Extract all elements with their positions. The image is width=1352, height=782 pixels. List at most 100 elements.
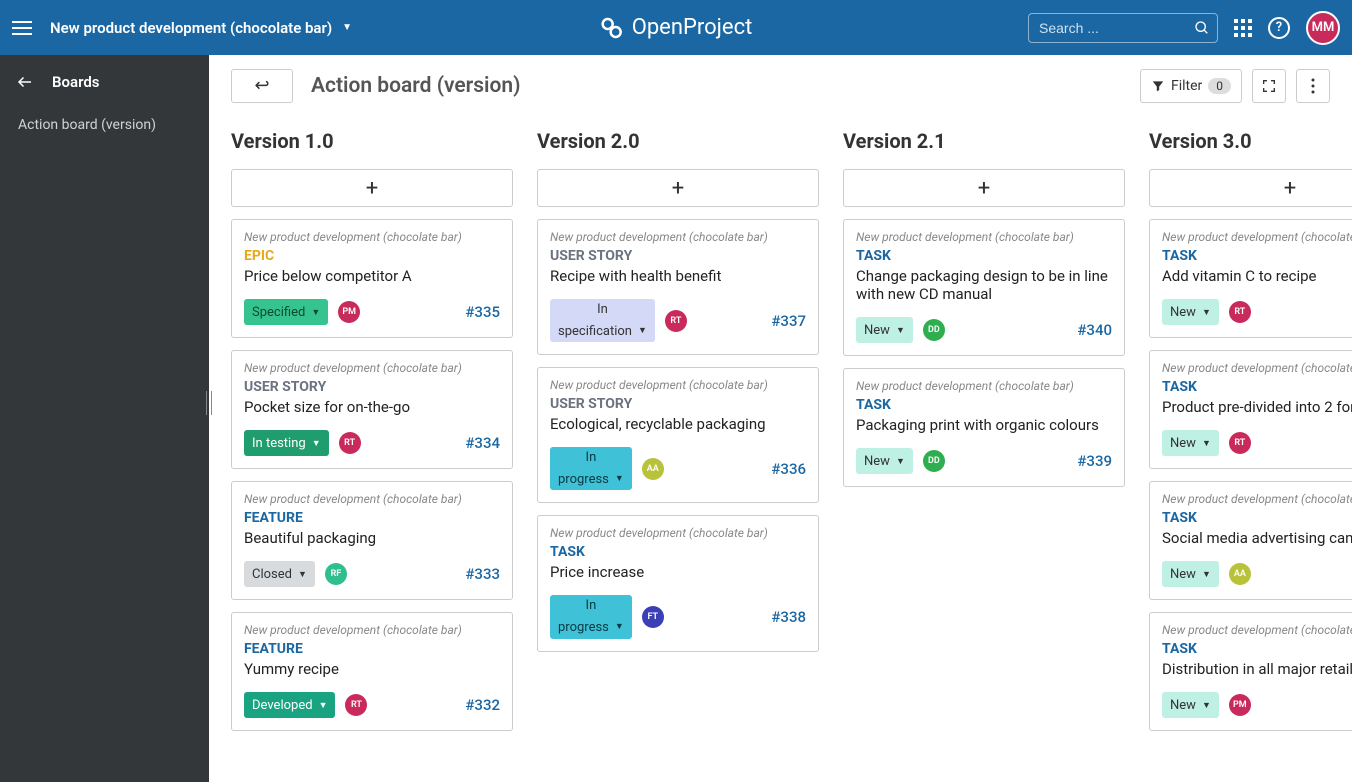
card-title: Price below competitor A [244,267,500,285]
work-package-card[interactable]: New product development (chocolate bar)T… [1149,219,1352,338]
search-input[interactable] [1028,13,1218,43]
status-dropdown[interactable]: In testing▼ [244,430,329,456]
assignee-avatar[interactable]: PM [1229,694,1251,716]
chevron-down-icon: ▼ [298,569,307,580]
help-icon[interactable]: ? [1268,17,1290,39]
card-id[interactable]: #335 [465,303,500,321]
card-footer: Inprogress▼ FT #338 [550,595,806,638]
board-toolbar: ↩ Action board (version) Filter 0 [209,55,1352,117]
add-card-button[interactable]: + [843,169,1125,207]
assignee-avatar[interactable]: RT [665,310,687,332]
search-input-wrapper [1028,13,1218,43]
column-title: Version 2.1 [843,129,1125,153]
board-column: Version 2.0+New product development (cho… [537,129,819,762]
card-project: New product development (chocolate bar) [856,230,1112,244]
brand-logo[interactable]: OpenProject [600,15,753,40]
filter-count: 0 [1208,78,1231,94]
card-id[interactable]: #340 [1077,321,1112,339]
work-package-card[interactable]: New product development (chocolate bar)T… [843,368,1125,487]
filter-button[interactable]: Filter 0 [1140,69,1242,103]
status-dropdown[interactable]: New▼ [1162,692,1219,718]
assignee-avatar[interactable]: FT [642,606,664,628]
card-type: TASK [856,248,1112,264]
project-selector[interactable]: New product development (chocolate bar) … [50,19,352,37]
assignee-avatar[interactable]: RT [1229,432,1251,454]
assignee-avatar[interactable]: AA [1229,563,1251,585]
status-dropdown[interactable]: Developed▼ [244,692,335,718]
assignee-avatar[interactable]: AA [642,458,664,480]
chevron-down-icon: ▼ [319,700,328,711]
status-dropdown[interactable]: Inspecification▼ [550,299,655,342]
assignee-avatar[interactable]: RT [345,694,367,716]
add-card-button[interactable]: + [231,169,513,207]
work-package-card[interactable]: New product development (chocolate bar)F… [231,612,513,731]
card-id[interactable]: #333 [465,565,500,583]
card-project: New product development (chocolate bar) [550,378,806,392]
work-package-card[interactable]: New product development (chocolate bar) U… [537,219,819,355]
assignee-avatar[interactable]: PM [338,301,360,323]
sidebar-back[interactable]: Boards [0,73,209,109]
sidebar-item-action-board[interactable]: Action board (version) [0,109,209,141]
assignee-avatar[interactable]: DD [923,450,945,472]
menu-toggle[interactable] [12,21,32,35]
status-dropdown[interactable]: New▼ [856,448,913,474]
card-footer: New▼RT#344 [1162,299,1352,325]
status-dropdown[interactable]: New▼ [856,317,913,343]
chevron-down-icon: ▼ [342,22,352,33]
card-footer: Developed▼ RT #332 [244,692,500,718]
card-type: USER STORY [550,248,806,264]
add-card-button[interactable]: + [537,169,819,207]
status-dropdown[interactable]: New▼ [1162,561,1219,587]
add-card-button[interactable]: + [1149,169,1352,207]
work-package-card[interactable]: New product development (chocolate bar) T… [843,219,1125,356]
work-package-card[interactable]: New product development (chocolate bar)T… [1149,612,1352,731]
user-avatar[interactable]: MM [1306,11,1340,45]
work-package-card[interactable]: New product development (chocolate bar)E… [231,219,513,338]
card-type: TASK [1162,379,1352,395]
chevron-down-icon: ▼ [1202,700,1211,711]
status-dropdown[interactable]: New▼ [1162,299,1219,325]
work-package-card[interactable]: New product development (chocolate bar)F… [231,481,513,600]
chevron-down-icon: ▼ [615,622,624,633]
card-id[interactable]: #332 [465,696,500,714]
card-footer: New▼ DD #340 [856,317,1112,343]
status-dropdown[interactable]: Inprogress▼ [550,447,632,490]
card-title: Add vitamin C to recipe [1162,267,1352,285]
card-id[interactable]: #336 [771,460,806,478]
card-project: New product development (chocolate bar) [1162,361,1352,375]
fullscreen-icon [1261,78,1277,94]
work-package-card[interactable]: New product development (chocolate bar)T… [1149,481,1352,600]
card-type: TASK [550,544,806,560]
card-title: Price increase [550,563,806,581]
fullscreen-button[interactable] [1252,69,1286,103]
card-title: Yummy recipe [244,660,500,678]
card-project: New product development (chocolate bar) [1162,623,1352,637]
apps-icon[interactable] [1234,19,1252,37]
card-footer: New▼ DD #339 [856,448,1112,474]
card-project: New product development (chocolate bar) [550,230,806,244]
back-button[interactable]: ↩ [231,69,293,103]
work-package-card[interactable]: New product development (chocolate bar)U… [231,350,513,469]
work-package-card[interactable]: New product development (chocolate bar)U… [537,367,819,503]
assignee-avatar[interactable]: DD [923,319,945,341]
work-package-card[interactable]: New product development (chocolate bar)T… [537,515,819,651]
column-title: Version 3.0 [1149,129,1352,153]
more-menu-button[interactable] [1296,69,1330,103]
sidebar-resize-handle[interactable] [206,391,212,415]
assignee-avatar[interactable]: RT [339,432,361,454]
card-footer: New▼PM#341 [1162,692,1352,718]
assignee-avatar[interactable]: RF [325,563,347,585]
card-id[interactable]: #339 [1077,452,1112,470]
work-package-card[interactable]: New product development (chocolate bar) T… [1149,350,1352,469]
kebab-icon [1311,78,1315,94]
card-id[interactable]: #337 [771,312,806,330]
card-footer: New▼RT#343 [1162,430,1352,456]
status-dropdown[interactable]: Closed▼ [244,561,315,587]
status-dropdown[interactable]: Inprogress▼ [550,595,632,638]
card-id[interactable]: #334 [465,434,500,452]
status-dropdown[interactable]: Specified▼ [244,299,328,325]
card-type: TASK [856,397,1112,413]
status-dropdown[interactable]: New▼ [1162,430,1219,456]
assignee-avatar[interactable]: RT [1229,301,1251,323]
card-id[interactable]: #338 [771,608,806,626]
